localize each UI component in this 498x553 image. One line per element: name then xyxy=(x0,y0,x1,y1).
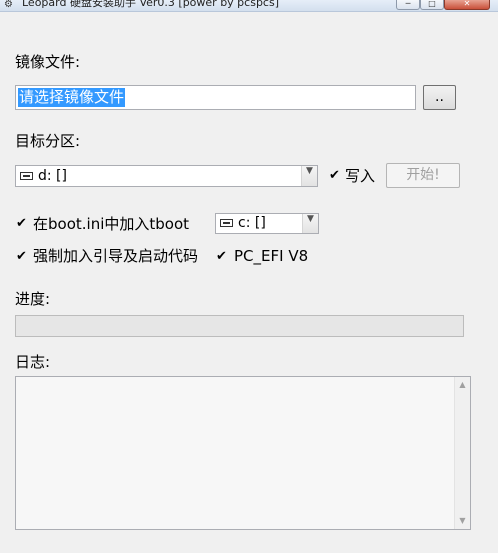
drive-icon xyxy=(220,219,233,227)
write-checkbox[interactable]: ✔ xyxy=(328,169,341,182)
drive-icon xyxy=(20,172,33,180)
title-bar[interactable]: ⚙ Leopard 硬盘安装助手 Ver0.3 [power by pcspcs… xyxy=(0,0,498,12)
scroll-up-icon[interactable]: ▲ xyxy=(455,377,470,393)
image-file-label: 镜像文件: xyxy=(15,53,81,71)
partition-select[interactable]: d: [] ▼ xyxy=(15,165,318,187)
boot-ini-label: 在boot.ini中加入tboot xyxy=(33,215,190,233)
image-path-value: 请选择镜像文件 xyxy=(18,88,126,107)
pc-efi-label: PC_EFI V8 xyxy=(234,247,309,265)
scroll-down-icon[interactable]: ▼ xyxy=(455,513,470,529)
log-label: 日志: xyxy=(15,353,51,371)
maximize-icon: □ xyxy=(428,0,436,8)
log-scrollbar[interactable]: ▲ ▼ xyxy=(454,377,470,529)
installer-window: ⚙ Leopard 硬盘安装助手 Ver0.3 [power by pcspcs… xyxy=(0,0,498,553)
boot-drive-select-value: c: [] xyxy=(238,215,266,231)
image-path-input[interactable]: 请选择镜像文件 xyxy=(15,85,416,110)
maximize-button[interactable]: □ xyxy=(420,0,444,10)
minimize-button[interactable]: ─ xyxy=(396,0,420,10)
force-boot-label: 强制加入引导及启动代码 xyxy=(33,247,199,265)
boot-ini-checkbox[interactable]: ✔ xyxy=(15,217,28,230)
close-button[interactable]: ✕ xyxy=(444,0,490,10)
close-icon: ✕ xyxy=(463,0,471,8)
write-label: 写入 xyxy=(345,167,376,185)
chevron-down-icon[interactable]: ▼ xyxy=(301,166,317,186)
progress-bar xyxy=(15,315,464,337)
force-boot-checkbox[interactable]: ✔ xyxy=(15,250,28,263)
target-partition-label: 目标分区: xyxy=(15,132,81,150)
progress-label: 进度: xyxy=(15,290,51,308)
browse-button[interactable]: .. xyxy=(423,85,456,110)
pc-efi-checkbox[interactable]: ✔ xyxy=(215,250,228,263)
boot-drive-select[interactable]: c: [] ▼ xyxy=(215,213,319,234)
start-button[interactable]: 开始! xyxy=(386,163,460,188)
minimize-icon: ─ xyxy=(405,0,411,8)
window-title: Leopard 硬盘安装助手 Ver0.3 [power by pcspcs] xyxy=(22,0,280,9)
partition-select-value: d: [] xyxy=(38,168,67,184)
log-textarea[interactable]: ▲ ▼ xyxy=(15,376,471,530)
app-icon: ⚙ xyxy=(4,0,13,10)
chevron-down-icon[interactable]: ▼ xyxy=(302,214,318,233)
